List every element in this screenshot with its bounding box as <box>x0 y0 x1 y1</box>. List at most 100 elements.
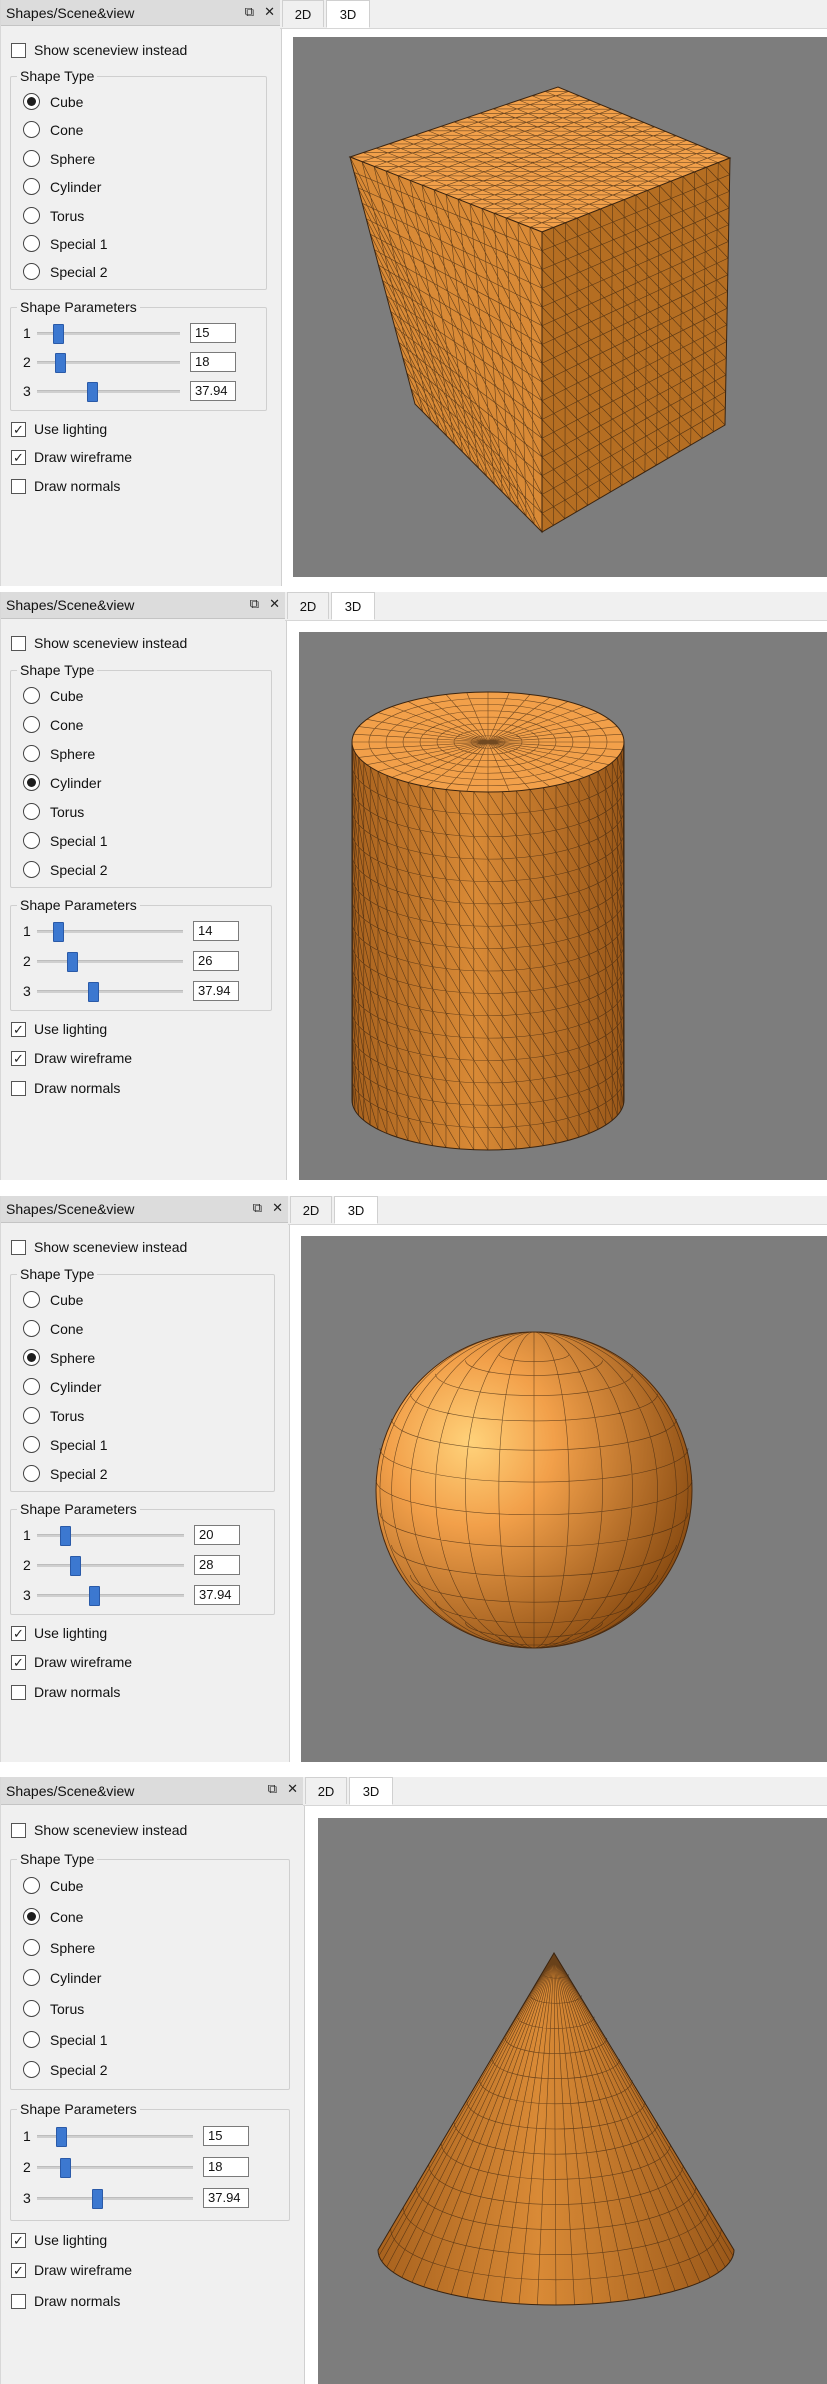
radio-torus[interactable]: Torus <box>23 2000 84 2017</box>
radio-torus[interactable]: Torus <box>23 1407 84 1424</box>
slider-thumb[interactable] <box>70 1556 81 1576</box>
radio-cone[interactable]: Cone <box>23 716 83 733</box>
slider-thumb[interactable] <box>60 1526 71 1546</box>
draw-normals-checkbox-box[interactable] <box>11 1080 26 1096</box>
parameter-value-3[interactable]: 37.94 <box>190 381 236 401</box>
parameter-slider-2[interactable] <box>37 950 183 972</box>
radio-torus[interactable]: Torus <box>23 803 84 820</box>
parameter-value-2[interactable]: 28 <box>194 1555 240 1575</box>
radio-special-1[interactable]: Special 1 <box>23 832 108 849</box>
parameter-value-1[interactable]: 20 <box>194 1525 240 1545</box>
parameter-slider-1[interactable] <box>37 920 183 942</box>
tab-2d[interactable]: 2D <box>282 0 324 27</box>
tab-3d[interactable]: 3D <box>331 592 375 620</box>
draw-normals-checkbox[interactable]: Draw normals <box>11 1684 120 1700</box>
use-lighting-checkbox[interactable]: ✓ Use lighting <box>11 2232 107 2248</box>
draw-wireframe-checkbox-box[interactable]: ✓ <box>11 1654 26 1670</box>
parameter-slider-3[interactable] <box>37 2187 193 2209</box>
use-lighting-checkbox-box[interactable]: ✓ <box>11 421 26 437</box>
radio-button[interactable] <box>23 2000 40 2017</box>
close-icon[interactable]: ✕ <box>272 1200 283 1216</box>
tab-3d[interactable]: 3D <box>349 1777 393 1805</box>
radio-cylinder[interactable]: Cylinder <box>23 774 101 791</box>
radio-button[interactable] <box>23 1320 40 1337</box>
radio-button[interactable] <box>23 832 40 849</box>
slider-thumb[interactable] <box>56 2127 67 2147</box>
show-sceneview-checkbox[interactable]: Show sceneview instead <box>11 1822 187 1838</box>
slider-thumb[interactable] <box>92 2189 103 2209</box>
parameter-value-1[interactable]: 15 <box>203 2126 249 2146</box>
radio-button[interactable] <box>23 1349 40 1366</box>
use-lighting-checkbox-box[interactable]: ✓ <box>11 2232 26 2248</box>
radio-sphere[interactable]: Sphere <box>23 745 95 762</box>
draw-wireframe-checkbox[interactable]: ✓ Draw wireframe <box>11 2262 132 2278</box>
parameter-slider-3[interactable] <box>37 380 180 402</box>
radio-button[interactable] <box>23 774 40 791</box>
show-sceneview-checkbox-box[interactable] <box>11 1239 26 1255</box>
radio-special-2[interactable]: Special 2 <box>23 2061 108 2078</box>
radio-button[interactable] <box>23 1436 40 1453</box>
slider-thumb[interactable] <box>67 952 78 972</box>
radio-button[interactable] <box>23 1465 40 1482</box>
float-icon[interactable]: ⧉ <box>245 4 254 20</box>
3d-viewport[interactable] <box>301 1236 827 1762</box>
show-sceneview-checkbox-box[interactable] <box>11 42 26 58</box>
use-lighting-checkbox-box[interactable]: ✓ <box>11 1625 26 1641</box>
3d-viewport[interactable] <box>299 632 827 1180</box>
radio-button[interactable] <box>23 263 40 280</box>
draw-normals-checkbox-box[interactable] <box>11 478 26 494</box>
radio-button[interactable] <box>23 2031 40 2048</box>
radio-button[interactable] <box>23 207 40 224</box>
use-lighting-checkbox[interactable]: ✓ Use lighting <box>11 421 107 437</box>
show-sceneview-checkbox[interactable]: Show sceneview instead <box>11 1239 187 1255</box>
parameter-slider-2[interactable] <box>37 351 180 373</box>
radio-cylinder[interactable]: Cylinder <box>23 1378 101 1395</box>
close-icon[interactable]: ✕ <box>264 4 275 20</box>
use-lighting-checkbox[interactable]: ✓ Use lighting <box>11 1021 107 1037</box>
draw-normals-checkbox-box[interactable] <box>11 1684 26 1700</box>
show-sceneview-checkbox-box[interactable] <box>11 1822 26 1838</box>
close-icon[interactable]: ✕ <box>269 596 280 612</box>
draw-normals-checkbox[interactable]: Draw normals <box>11 1080 120 1096</box>
tab-2d[interactable]: 2D <box>305 1777 347 1804</box>
radio-sphere[interactable]: Sphere <box>23 150 95 167</box>
parameter-value-3[interactable]: 37.94 <box>194 1585 240 1605</box>
radio-button[interactable] <box>23 1407 40 1424</box>
radio-sphere[interactable]: Sphere <box>23 1349 95 1366</box>
draw-wireframe-checkbox[interactable]: ✓ Draw wireframe <box>11 449 132 465</box>
draw-normals-checkbox[interactable]: Draw normals <box>11 478 120 494</box>
3d-viewport[interactable] <box>318 1818 827 2384</box>
radio-button[interactable] <box>23 1378 40 1395</box>
parameter-slider-3[interactable] <box>37 1584 184 1606</box>
radio-button[interactable] <box>23 150 40 167</box>
tab-3d[interactable]: 3D <box>334 1196 378 1224</box>
parameter-value-2[interactable]: 26 <box>193 951 239 971</box>
radio-cone[interactable]: Cone <box>23 1320 83 1337</box>
tab-2d[interactable]: 2D <box>287 592 329 619</box>
radio-button[interactable] <box>23 1908 40 1925</box>
draw-wireframe-checkbox[interactable]: ✓ Draw wireframe <box>11 1654 132 1670</box>
radio-button[interactable] <box>23 235 40 252</box>
use-lighting-checkbox-box[interactable]: ✓ <box>11 1021 26 1037</box>
radio-button[interactable] <box>23 2061 40 2078</box>
tab-2d[interactable]: 2D <box>290 1196 332 1223</box>
show-sceneview-checkbox-box[interactable] <box>11 635 26 651</box>
slider-thumb[interactable] <box>55 353 66 373</box>
slider-thumb[interactable] <box>87 382 98 402</box>
radio-cube[interactable]: Cube <box>23 1877 83 1894</box>
use-lighting-checkbox[interactable]: ✓ Use lighting <box>11 1625 107 1641</box>
radio-cone[interactable]: Cone <box>23 121 83 138</box>
float-icon[interactable]: ⧉ <box>250 596 259 612</box>
slider-thumb[interactable] <box>88 982 99 1002</box>
radio-button[interactable] <box>23 861 40 878</box>
radio-special-1[interactable]: Special 1 <box>23 235 108 252</box>
slider-thumb[interactable] <box>60 2158 71 2178</box>
parameter-value-1[interactable]: 14 <box>193 921 239 941</box>
radio-cylinder[interactable]: Cylinder <box>23 1969 101 1986</box>
radio-button[interactable] <box>23 803 40 820</box>
parameter-slider-2[interactable] <box>37 2156 193 2178</box>
radio-button[interactable] <box>23 1939 40 1956</box>
radio-cube[interactable]: Cube <box>23 1291 83 1308</box>
radio-button[interactable] <box>23 1291 40 1308</box>
show-sceneview-checkbox[interactable]: Show sceneview instead <box>11 42 187 58</box>
